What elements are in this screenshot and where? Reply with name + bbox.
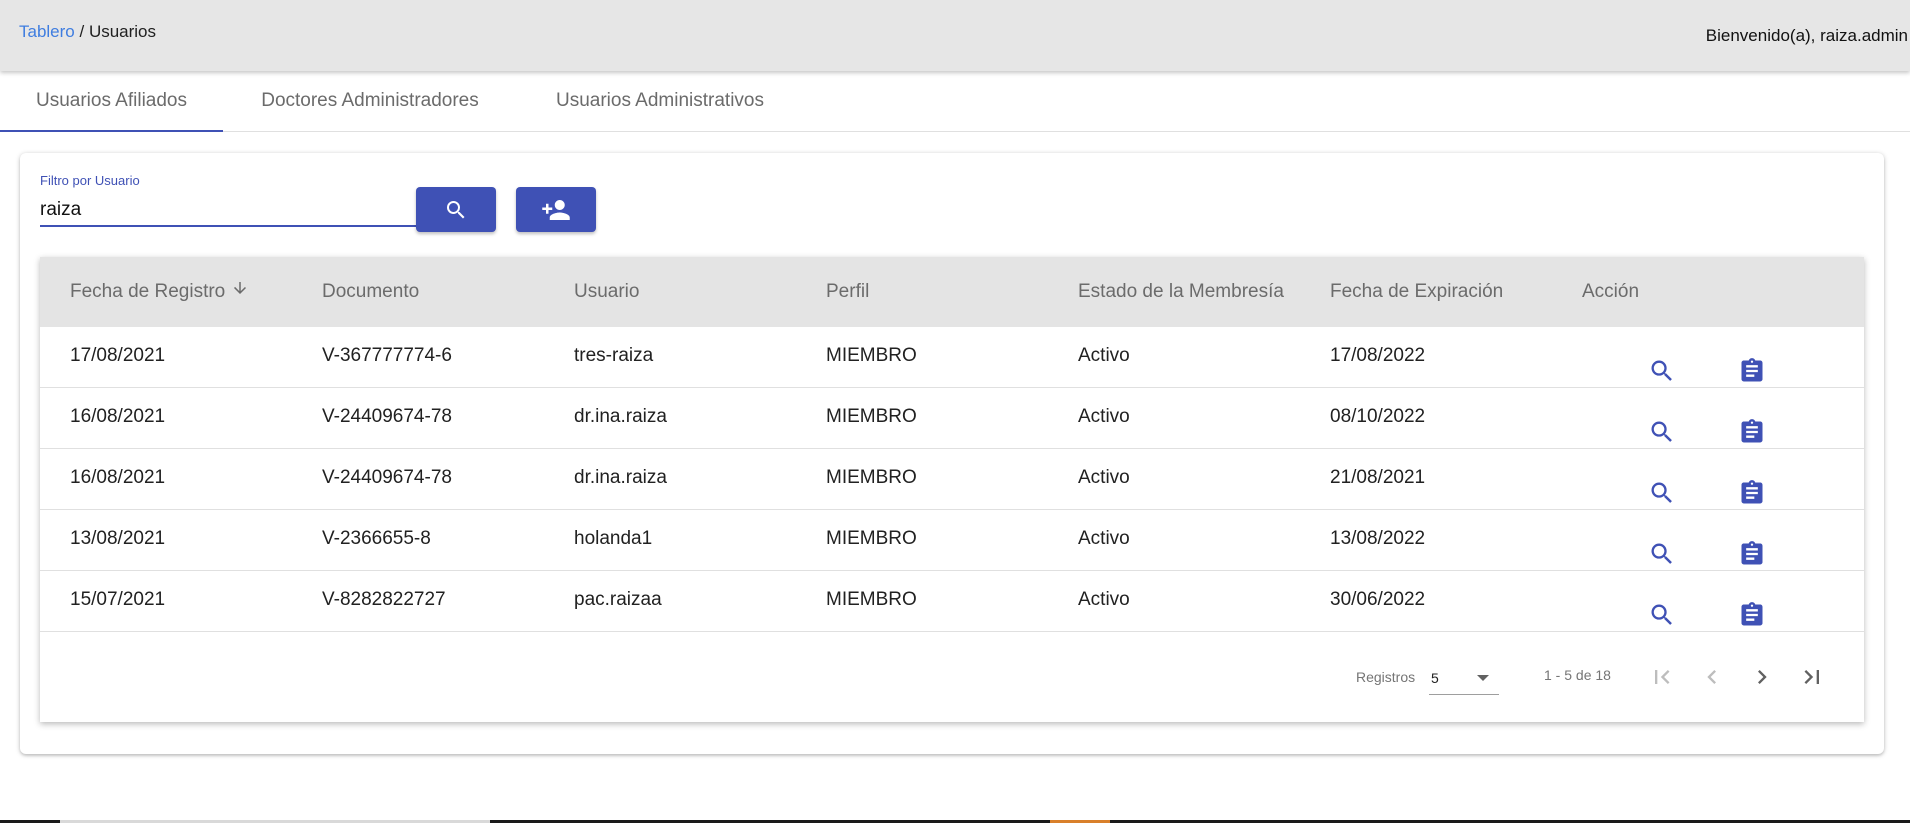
last-page-button[interactable] bbox=[1794, 659, 1830, 695]
cell-fecha-registro: 16/08/2021 bbox=[70, 467, 166, 488]
page-size-value: 5 bbox=[1431, 670, 1439, 686]
dropdown-arrow-icon bbox=[1477, 675, 1489, 681]
search-icon bbox=[1651, 543, 1672, 564]
user-record-button[interactable] bbox=[1738, 601, 1766, 629]
cell-fecha-registro: 17/08/2021 bbox=[70, 345, 166, 366]
header-documento[interactable]: Documento bbox=[322, 257, 419, 327]
header-perfil[interactable]: Perfil bbox=[826, 257, 869, 327]
cell-fecha-expiracion: 17/08/2022 bbox=[1330, 345, 1426, 366]
first-page-button[interactable] bbox=[1644, 659, 1680, 695]
clipboard-icon bbox=[1741, 602, 1763, 626]
table-row: 17/08/2021 V-367777774-6 tres-raiza MIEM… bbox=[40, 327, 1864, 388]
add-user-button[interactable] bbox=[516, 187, 596, 232]
breadcrumb-separator: / bbox=[74, 22, 89, 41]
cell-fecha-registro: 15/07/2021 bbox=[70, 589, 166, 610]
clipboard-icon bbox=[1741, 419, 1763, 443]
header-estado-membresia[interactable]: Estado de la Membresía bbox=[1078, 257, 1284, 327]
cell-perfil: MIEMBRO bbox=[826, 589, 917, 610]
cell-usuario: dr.ina.raiza bbox=[574, 467, 667, 488]
view-user-button[interactable] bbox=[1648, 479, 1676, 507]
cell-estado: Activo bbox=[1078, 528, 1130, 549]
page-range: 1 - 5 de 18 bbox=[1544, 667, 1611, 683]
cell-estado: Activo bbox=[1078, 345, 1130, 366]
view-user-button[interactable] bbox=[1648, 601, 1676, 629]
tab-bar: Usuarios Afiliados Doctores Administrado… bbox=[0, 71, 1910, 132]
users-card: Filtro por Usuario Fecha de Registro Doc… bbox=[20, 153, 1884, 754]
cell-fecha-expiracion: 13/08/2022 bbox=[1330, 528, 1426, 549]
table-row: 16/08/2021 V-24409674-78 dr.ina.raiza MI… bbox=[40, 388, 1864, 449]
previous-page-button[interactable] bbox=[1694, 659, 1730, 695]
cell-usuario: pac.raizaa bbox=[574, 589, 662, 610]
cell-usuario: dr.ina.raiza bbox=[574, 406, 667, 427]
cell-usuario: tres-raiza bbox=[574, 345, 654, 366]
clipboard-icon bbox=[1741, 480, 1763, 504]
header-fecha-expiracion[interactable]: Fecha de Expiración bbox=[1330, 257, 1503, 327]
user-record-button[interactable] bbox=[1738, 540, 1766, 568]
breadcrumb-link-tablero[interactable]: Tablero bbox=[19, 22, 75, 41]
cell-documento: V-367777774-6 bbox=[322, 345, 452, 366]
top-bar: Tablero / Usuarios Bienvenido(a), raiza.… bbox=[0, 0, 1910, 71]
tab-usuarios-afiliados[interactable]: Usuarios Afiliados bbox=[0, 71, 223, 132]
user-record-button[interactable] bbox=[1738, 357, 1766, 385]
header-label: Fecha de Registro bbox=[70, 281, 226, 303]
welcome-message: Bienvenido(a), raiza.admin bbox=[1705, 26, 1908, 45]
header-accion: Acción bbox=[1582, 281, 1640, 302]
paginator: Registros 5 1 - 5 de 18 bbox=[40, 647, 1864, 707]
users-table: Fecha de Registro Documento Usuario Perf… bbox=[40, 257, 1864, 722]
page-size-label: Registros bbox=[1356, 669, 1416, 685]
cell-documento: V-24409674-78 bbox=[322, 467, 452, 488]
view-user-button[interactable] bbox=[1648, 418, 1676, 446]
search-button[interactable] bbox=[416, 187, 496, 232]
cell-usuario: holanda1 bbox=[574, 528, 653, 549]
chevron-right-icon bbox=[1758, 670, 1767, 684]
user-record-button[interactable] bbox=[1738, 479, 1766, 507]
cell-fecha-registro: 16/08/2021 bbox=[70, 406, 166, 427]
arrow-down-icon bbox=[231, 257, 249, 327]
cell-fecha-expiracion: 30/06/2022 bbox=[1330, 589, 1426, 610]
search-icon bbox=[447, 200, 465, 218]
table-row: 13/08/2021 V-2366655-8 holanda1 MIEMBRO … bbox=[40, 510, 1864, 571]
header-usuario[interactable]: Usuario bbox=[574, 257, 639, 327]
header-fecha-registro[interactable]: Fecha de Registro bbox=[70, 257, 249, 327]
search-icon bbox=[1651, 482, 1672, 503]
cell-fecha-registro: 13/08/2021 bbox=[70, 528, 166, 549]
user-record-button[interactable] bbox=[1738, 418, 1766, 446]
search-icon bbox=[1651, 604, 1672, 625]
filter-label: Filtro por Usuario bbox=[40, 173, 140, 188]
next-page-button[interactable] bbox=[1744, 659, 1780, 695]
table-header: Fecha de Registro Documento Usuario Perf… bbox=[40, 257, 1864, 327]
cell-perfil: MIEMBRO bbox=[826, 406, 917, 427]
cell-fecha-expiracion: 21/08/2021 bbox=[1330, 467, 1426, 488]
person-add-icon bbox=[542, 199, 570, 220]
cell-documento: V-2366655-8 bbox=[322, 528, 431, 549]
breadcrumb: Tablero / Usuarios bbox=[19, 22, 156, 42]
cell-estado: Activo bbox=[1078, 406, 1130, 427]
cell-perfil: MIEMBRO bbox=[826, 528, 917, 549]
user-filter-input[interactable] bbox=[40, 195, 418, 227]
cell-perfil: MIEMBRO bbox=[826, 345, 917, 366]
clipboard-icon bbox=[1741, 541, 1763, 565]
cell-fecha-expiracion: 08/10/2022 bbox=[1330, 406, 1426, 427]
clipboard-icon bbox=[1741, 358, 1763, 382]
last-page-icon bbox=[1804, 670, 1819, 684]
breadcrumb-current: Usuarios bbox=[88, 22, 157, 41]
cell-documento: V-8282822727 bbox=[322, 589, 446, 610]
view-user-button[interactable] bbox=[1648, 357, 1676, 385]
table-row: 15/07/2021 V-8282822727 pac.raizaa MIEMB… bbox=[40, 571, 1864, 632]
search-icon bbox=[1651, 421, 1672, 442]
first-page-icon bbox=[1655, 670, 1670, 684]
search-icon bbox=[1651, 360, 1672, 381]
cell-estado: Activo bbox=[1078, 589, 1130, 610]
tab-usuarios-administrativos[interactable]: Usuarios Administrativos bbox=[530, 71, 790, 131]
chevron-left-icon bbox=[1707, 670, 1716, 684]
cell-perfil: MIEMBRO bbox=[826, 467, 917, 488]
page-size-select[interactable]: 5 bbox=[1429, 661, 1499, 695]
table-row: 16/08/2021 V-24409674-78 dr.ina.raiza MI… bbox=[40, 449, 1864, 510]
tab-doctores-administradores[interactable]: Doctores Administradores bbox=[231, 71, 509, 131]
cell-documento: V-24409674-78 bbox=[322, 406, 452, 427]
cell-estado: Activo bbox=[1078, 467, 1130, 488]
view-user-button[interactable] bbox=[1648, 540, 1676, 568]
